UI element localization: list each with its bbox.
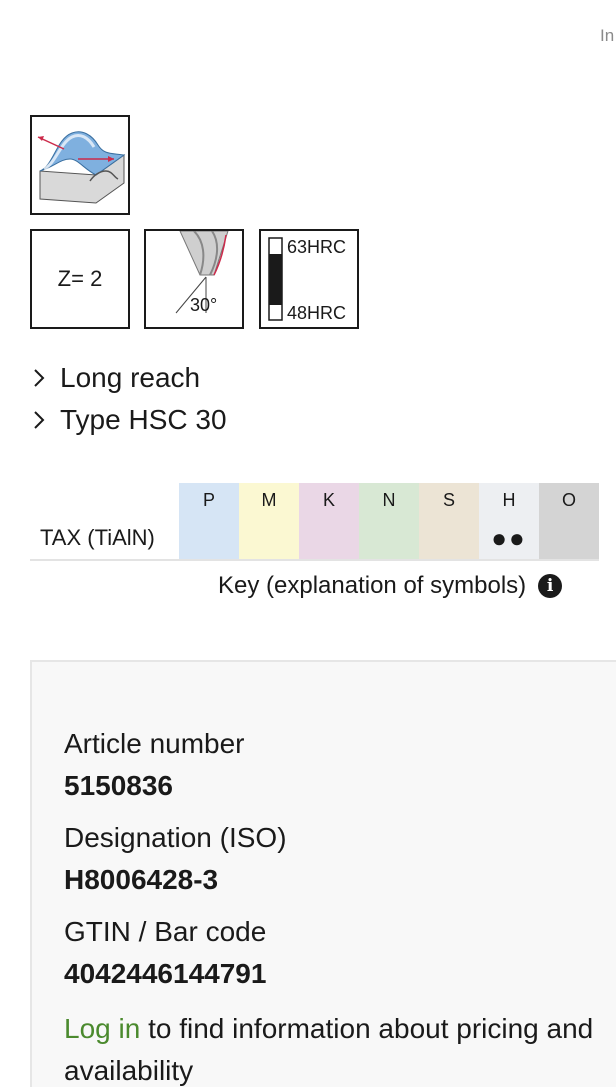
material-cell-p xyxy=(179,517,239,561)
material-col-h: H xyxy=(479,483,539,517)
material-cell-o xyxy=(539,517,599,561)
key-explanation-label: Key (explanation of symbols) xyxy=(218,572,527,599)
designation-value: H8006428-3 xyxy=(64,864,219,895)
material-cell-s xyxy=(419,517,479,561)
key-explanation-link[interactable]: Key (explanation of symbols) i xyxy=(218,572,563,600)
material-header-row: P M K N S H O xyxy=(30,483,599,517)
material-col-s: S xyxy=(419,483,479,517)
teeth-count-label: Z= 2 xyxy=(57,266,103,291)
article-details-panel: Article number 5150836 Designation (ISO)… xyxy=(30,660,616,1087)
login-message-text-2: availability xyxy=(64,1055,194,1086)
article-number-value: 5150836 xyxy=(64,770,174,801)
material-col-p: P xyxy=(179,483,239,517)
coating-label: TAX (TiAlN) xyxy=(30,517,179,561)
link-long-reach[interactable]: Long reach xyxy=(32,362,200,394)
header-spacer xyxy=(30,483,179,517)
helix-angle-box: 30° xyxy=(144,229,244,329)
designation-label: Designation (ISO) xyxy=(64,822,287,853)
link-type-hsc-30[interactable]: Type HSC 30 xyxy=(32,404,227,436)
material-cell-m xyxy=(239,517,299,561)
material-cell-n xyxy=(359,517,419,561)
link-type-hsc-30-label: Type HSC 30 xyxy=(60,404,227,435)
login-link[interactable]: Log in xyxy=(64,1013,140,1044)
hardness-max-label: 63HRC xyxy=(287,237,347,257)
info-icon: i xyxy=(538,574,563,598)
table-row: TAX (TiAlN) ●● xyxy=(30,517,599,561)
header-truncated-text: In xyxy=(600,26,615,45)
login-message: Log in to find information about pricing… xyxy=(64,1008,593,1092)
helix-angle-label: 30° xyxy=(190,295,218,315)
material-col-m: M xyxy=(239,483,299,517)
3d-milling-icon xyxy=(37,131,126,204)
teeth-count-box: Z= 2 xyxy=(30,229,130,329)
material-suitability-table: P M K N S H O TAX (TiAlN) ●● xyxy=(30,483,599,561)
gtin-value: 4042446144791 xyxy=(64,958,267,989)
login-message-text: to find information about pricing and xyxy=(140,1013,594,1044)
gtin-label: GTIN / Bar code xyxy=(64,916,267,947)
application-icon-box xyxy=(30,115,130,215)
chevron-right-icon xyxy=(34,411,45,429)
material-cell-k xyxy=(299,517,359,561)
material-col-o: O xyxy=(539,483,599,517)
material-col-k: K xyxy=(299,483,359,517)
article-number-label: Article number xyxy=(64,728,245,759)
material-col-n: N xyxy=(359,483,419,517)
link-long-reach-label: Long reach xyxy=(60,362,201,393)
hardness-min-label: 48HRC xyxy=(287,303,347,323)
material-cell-h: ●● xyxy=(479,517,539,561)
chevron-right-icon xyxy=(34,369,45,387)
hardness-range-box: 63HRC 48HRC xyxy=(259,229,359,329)
